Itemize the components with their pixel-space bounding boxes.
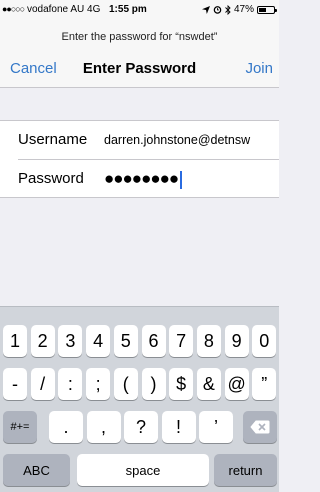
more-symbols-key[interactable]: #+= bbox=[3, 411, 37, 443]
digit-key-4[interactable]: 5 bbox=[113, 325, 138, 357]
carrier-info: ●●○○○ vodafone AU 4G bbox=[2, 4, 100, 15]
punctuation-key-3[interactable]: ! bbox=[161, 411, 196, 443]
digit-key-1[interactable]: 2 bbox=[30, 325, 55, 357]
join-button[interactable]: Join bbox=[245, 60, 273, 77]
punctuation-key-1[interactable]: , bbox=[86, 411, 121, 443]
symbol-key-8[interactable]: @ bbox=[224, 368, 249, 400]
bluetooth-icon bbox=[225, 4, 231, 15]
status-time: 1:55 pm bbox=[109, 4, 147, 15]
return-key[interactable]: return bbox=[214, 454, 277, 486]
nav-bar: Enter the password for “nswdet” Cancel E… bbox=[0, 20, 279, 88]
digit-key-0[interactable]: 1 bbox=[3, 325, 27, 357]
digit-key-3[interactable]: 4 bbox=[86, 325, 111, 357]
symbol-key-5[interactable]: ) bbox=[141, 368, 166, 400]
symbol-key-7[interactable]: & bbox=[196, 368, 221, 400]
password-label: Password bbox=[18, 170, 84, 187]
digit-key-6[interactable]: 7 bbox=[169, 325, 194, 357]
carrier-name: vodafone AU bbox=[26, 4, 85, 15]
username-field[interactable]: darren.johnstone@detnsw bbox=[104, 133, 250, 147]
symbol-key-2[interactable]: : bbox=[58, 368, 83, 400]
battery-level bbox=[259, 7, 266, 12]
punctuation-key-4[interactable]: ’ bbox=[199, 411, 233, 443]
battery-percent: 47% bbox=[233, 4, 254, 15]
digit-key-7[interactable]: 8 bbox=[196, 325, 221, 357]
status-bar: ●●○○○ vodafone AU 4G 1:55 pm 47% bbox=[0, 0, 279, 20]
space-key[interactable]: space bbox=[77, 454, 209, 486]
credentials-form: Username darren.johnstone@detnsw Passwor… bbox=[0, 120, 279, 198]
text-cursor bbox=[180, 170, 183, 189]
signal-strength: ●●○○○ bbox=[2, 4, 25, 14]
network-type: 4G bbox=[87, 4, 101, 15]
symbol-key-0[interactable]: - bbox=[3, 368, 27, 400]
alarm-icon bbox=[213, 6, 222, 14]
cancel-button[interactable]: Cancel bbox=[10, 60, 57, 77]
punctuation-key-0[interactable]: . bbox=[49, 411, 83, 443]
delete-key[interactable] bbox=[243, 411, 277, 443]
punctuation-key-2[interactable]: ? bbox=[124, 411, 158, 443]
backspace-icon bbox=[250, 420, 270, 434]
symbol-key-6[interactable]: $ bbox=[169, 368, 194, 400]
abc-key[interactable]: ABC bbox=[3, 454, 70, 486]
password-prompt: Enter the password for “nswdet” bbox=[61, 31, 218, 43]
battery-icon bbox=[257, 5, 277, 14]
symbol-key-1[interactable]: / bbox=[30, 368, 55, 400]
status-icons: 47% bbox=[201, 4, 277, 15]
password-row[interactable]: Password ●●●●●●●● bbox=[18, 159, 279, 197]
username-row[interactable]: Username darren.johnstone@detnsw bbox=[0, 121, 279, 159]
digit-key-8[interactable]: 9 bbox=[224, 325, 249, 357]
symbol-key-4[interactable]: ( bbox=[113, 368, 138, 400]
password-field[interactable]: ●●●●●●●● bbox=[104, 169, 183, 189]
digit-key-2[interactable]: 3 bbox=[58, 325, 83, 357]
password-dots: ●●●●●●●● bbox=[104, 169, 179, 188]
username-label: Username bbox=[18, 131, 88, 148]
symbol-key-9[interactable]: ” bbox=[252, 368, 277, 400]
digit-key-5[interactable]: 6 bbox=[141, 325, 166, 357]
location-arrow-icon bbox=[201, 5, 210, 14]
keyboard: 1234567890 - /:;() $ & @” #+= .,?!’ ABC spac… bbox=[0, 306, 279, 492]
symbol-key-3[interactable]: ; bbox=[86, 368, 111, 400]
digit-key-9[interactable]: 0 bbox=[252, 325, 277, 357]
